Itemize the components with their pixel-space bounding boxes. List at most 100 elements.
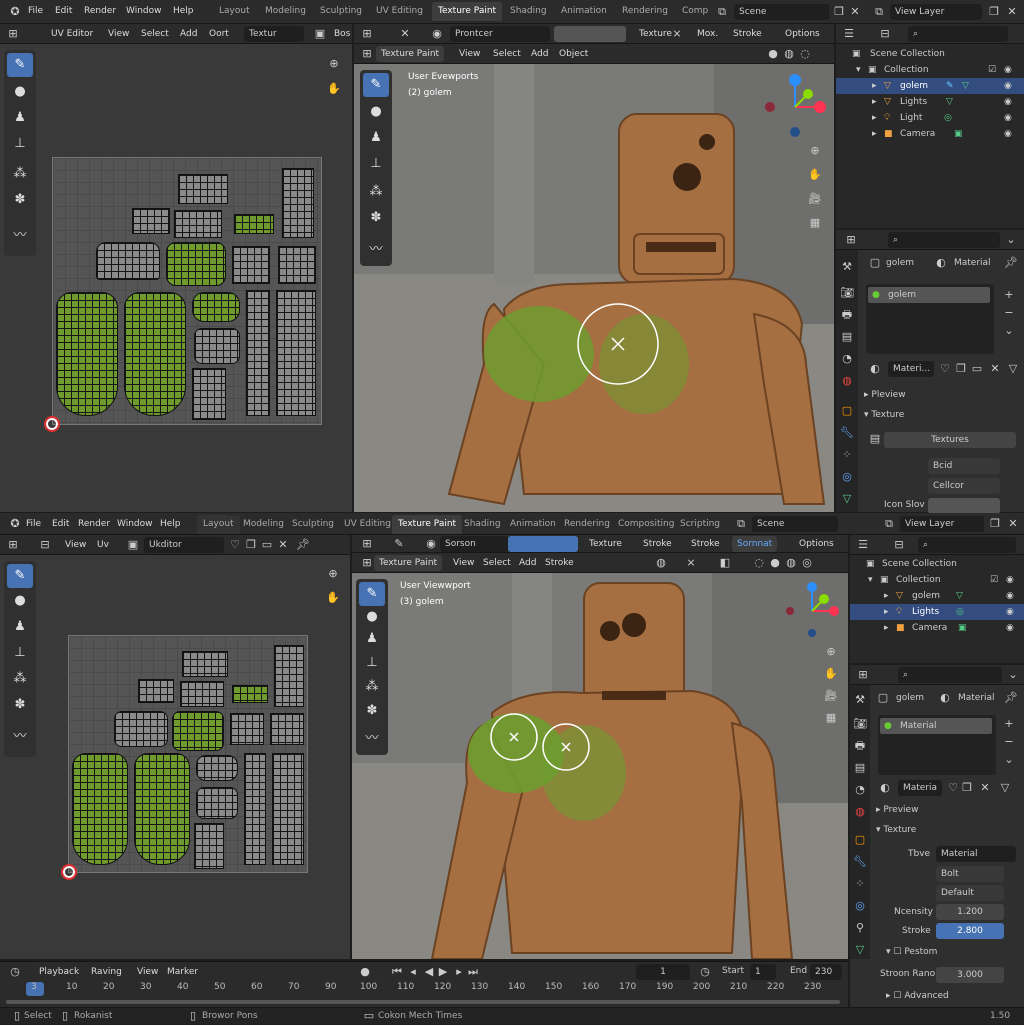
outliner-row[interactable]: ▸ ■ Camera ▣ ◉ (836, 126, 1024, 142)
vp2-menu-view[interactable]: View (448, 555, 479, 571)
vp1-stroke-dropdown[interactable]: Stroke (728, 26, 767, 42)
menu-edit[interactable]: Edit (55, 0, 72, 22)
output-tab-icon[interactable]: 🖶︎ (838, 306, 856, 324)
tab-shading[interactable]: Shading (504, 2, 553, 21)
scene-tab-icon[interactable]: ◔ (851, 781, 869, 799)
tab-layout[interactable]: Layout (197, 515, 240, 534)
chevron-down-icon[interactable]: ⌄ (1000, 751, 1018, 769)
mask-brush-icon[interactable]: ✽ (359, 699, 385, 723)
props1-material-field[interactable]: Materi... (888, 361, 934, 377)
2d-cursor-icon[interactable] (61, 864, 77, 880)
tab-uv-editing[interactable]: UV Editing (338, 515, 397, 534)
scene-icon[interactable]: ⧉ (732, 515, 750, 533)
fill-brush-icon[interactable]: ⁂ (363, 180, 389, 204)
clock-icon[interactable]: ◷ (696, 963, 714, 981)
fill-brush-icon[interactable]: ⁂ (359, 675, 385, 699)
data-tab-icon[interactable]: ▽ (851, 941, 869, 959)
add-slot-icon[interactable]: + (1000, 286, 1018, 304)
2d-cursor-icon[interactable] (44, 416, 60, 432)
uv1-extra-menu[interactable]: Bos (329, 26, 355, 42)
particles-tab-icon[interactable]: ⁘ (838, 446, 856, 464)
tab-sculpting[interactable]: Sculpting (286, 515, 340, 534)
filter-icon[interactable]: ▽ (996, 779, 1014, 797)
tab-uv-editing[interactable]: UV Editing (370, 2, 429, 21)
zoom-icon[interactable]: ⊕ (822, 643, 840, 661)
vp1-mode-dropdown[interactable]: Mox. (692, 26, 723, 42)
tab-sculpting[interactable]: Sculpting (314, 2, 368, 21)
annotate-icon[interactable]: 〰 (363, 238, 389, 262)
tab-texture-paint[interactable]: Texture Paint (432, 2, 503, 21)
annotate-icon[interactable]: 〰 (7, 224, 33, 248)
editor-type-icon[interactable]: ⊞ (358, 25, 376, 43)
uv2-menu-uv[interactable]: Uv (92, 537, 114, 553)
navigation-gizmo-icon[interactable] (760, 72, 830, 142)
visibility-eye-icon[interactable]: ◉ (1004, 126, 1012, 142)
brush-tool-icon[interactable]: ✎ (390, 535, 408, 553)
material-slot-list[interactable]: ● Material (878, 715, 996, 775)
uv-editor-1-name[interactable]: UV Editor (46, 26, 98, 42)
chevron-down-icon[interactable]: ⌄ (1002, 231, 1020, 249)
outliner-row[interactable]: ▸ ■ Camera ▣ ◉ (850, 620, 1024, 636)
vp2-brush-field[interactable]: Sorson (440, 536, 508, 552)
zoom-icon[interactable]: ⊕ (324, 565, 342, 583)
expand-arrow-icon[interactable]: ▸ (872, 110, 877, 126)
visibility-eye-icon[interactable]: ◉ (1006, 620, 1014, 636)
uv1-texture-select[interactable]: Textur (244, 26, 304, 42)
object-tab-icon[interactable]: ▢ (851, 831, 869, 849)
render-tab-icon[interactable]: 📷︎ (838, 284, 856, 302)
timeline-menu-view[interactable]: View (132, 964, 163, 980)
pan-hand-icon[interactable]: ✋ (324, 589, 342, 607)
editor-type-icon[interactable]: ☰ (854, 536, 872, 554)
record-icon[interactable]: ● (356, 963, 374, 981)
tab-compositing[interactable]: Comp (676, 2, 714, 21)
brush-preview-icon[interactable]: ◉ (428, 25, 446, 43)
outliner-row[interactable]: ▸ ▽ Lights ▽ ◉ (836, 94, 1024, 110)
vp2-mode-select[interactable]: Texture Paint (374, 555, 443, 571)
visibility-eye-icon[interactable]: ◉ (1004, 110, 1012, 126)
tab-modeling[interactable]: Modeling (237, 515, 290, 534)
editor-type-icon[interactable]: ⊞ (842, 231, 860, 249)
zoom-icon[interactable]: ⊕ (325, 55, 343, 73)
outliner-row[interactable]: ▸ ▽ golem ✎ ▽ ◉ (836, 78, 1024, 94)
expand-arrow-icon[interactable]: ▸ (872, 126, 877, 142)
vp1-brush-field[interactable]: Prontcer (450, 26, 550, 42)
tab-rendering[interactable]: Rendering (616, 2, 674, 21)
smear-brush-icon[interactable]: ♟ (363, 126, 389, 150)
clone-brush-icon[interactable]: ⊥ (363, 152, 389, 176)
tab-shading[interactable]: Shading (458, 515, 507, 534)
blender-logo-icon[interactable]: ✪ (6, 3, 24, 21)
menu-file[interactable]: File (28, 0, 43, 22)
visibility-eye-icon[interactable]: ◉ (1004, 78, 1012, 94)
expand-arrow-icon[interactable]: ▸ (884, 588, 889, 604)
physics-tab-icon[interactable]: ◎ (838, 468, 856, 486)
view-layer-remove-icon[interactable]: ✕ (1003, 3, 1021, 21)
constraints-tab-icon[interactable]: ⚲ (851, 919, 869, 937)
pan-hand-icon[interactable]: ✋ (806, 166, 824, 184)
scene-tab-icon[interactable]: ◔ (838, 350, 856, 368)
vp2-menu-select[interactable]: Select (478, 555, 516, 571)
advanced-subpanel[interactable]: ▸ ☐ Advanced (886, 987, 949, 1005)
vp2-color-field[interactable] (508, 536, 578, 552)
menu-help[interactable]: Help (160, 513, 181, 535)
outliner-row[interactable]: ▸ 💡︎ Lights ◎ ◉ (850, 604, 1024, 620)
remove-slot-icon[interactable]: − (1000, 304, 1018, 322)
tab-animation[interactable]: Animation (504, 515, 562, 534)
zoom-icon[interactable]: ⊕ (806, 142, 824, 160)
menu-render[interactable]: Render (78, 513, 110, 535)
editor-type-icon[interactable]: ◷ (6, 963, 24, 981)
fill-brush-icon[interactable]: ⁂ (7, 162, 33, 186)
render-tab-icon[interactable]: 📷︎ (851, 715, 869, 733)
texture-panel-header[interactable]: ▾ Texture (864, 406, 904, 424)
display-mode-icon[interactable]: ⊟ (890, 536, 908, 554)
uv2-editor-field[interactable]: Ukditor (144, 537, 224, 553)
outliner-row[interactable]: ▸ 💡︎ Light ◎ ◉ (836, 110, 1024, 126)
uv-mode-icon[interactable]: ⊟ (36, 536, 54, 554)
vp1-menu-object[interactable]: Object (554, 46, 593, 62)
ortho-toggle-icon[interactable]: ▦ (806, 214, 824, 232)
camera-view-icon[interactable]: 🎥︎ (806, 190, 824, 208)
ortho-toggle-icon[interactable]: ▦ (822, 709, 840, 727)
mask-brush-icon[interactable]: ✽ (7, 693, 33, 717)
symmetry-icon[interactable]: ⨯ (682, 554, 700, 572)
expand-arrow-icon[interactable]: ▸ (872, 78, 877, 94)
outliner-row[interactable]: ▾ ▣ Collection ☑ ◉ (836, 62, 1024, 78)
